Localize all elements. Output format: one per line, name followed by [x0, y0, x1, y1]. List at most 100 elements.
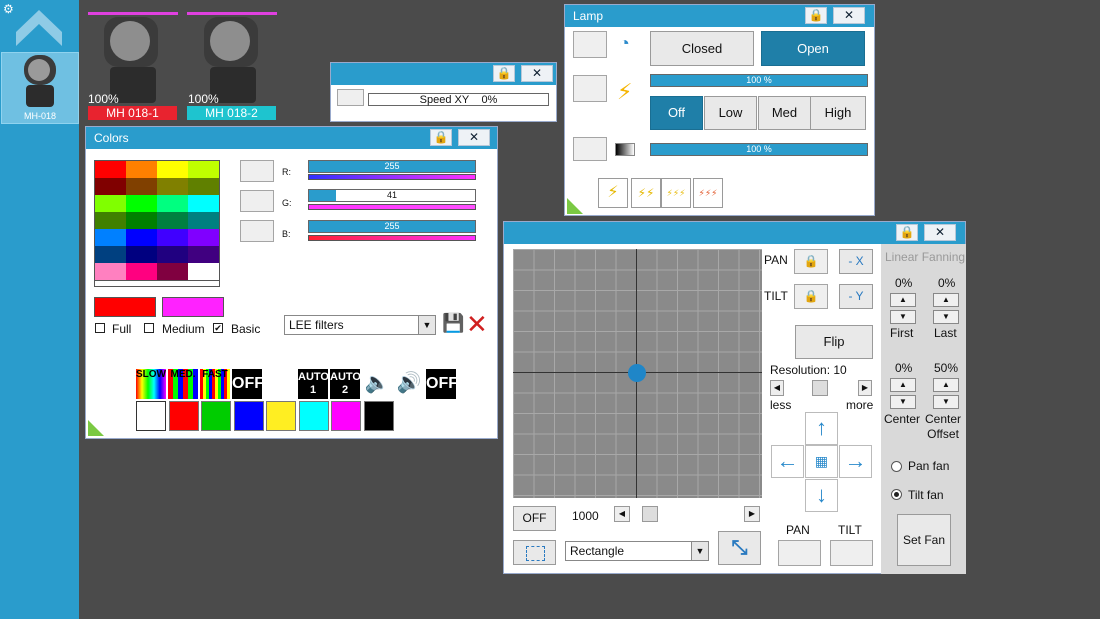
- left-arrow-icon[interactable]: ◀: [770, 380, 784, 396]
- red-value-bar[interactable]: 255: [308, 160, 476, 173]
- tilt-bottom-button[interactable]: [830, 540, 873, 566]
- color-cell[interactable]: [188, 178, 219, 195]
- color-cell[interactable]: [126, 195, 157, 212]
- color-cell[interactable]: [157, 195, 188, 212]
- center-icon[interactable]: ▦: [805, 445, 838, 478]
- effect-med-button[interactable]: MED.: [168, 369, 198, 399]
- swap-arrows-icon[interactable]: ⤡: [718, 531, 761, 565]
- save-icon[interactable]: 💾: [442, 313, 464, 334]
- tilt-lock-icon[interactable]: 🔒: [794, 284, 828, 309]
- selection-icon[interactable]: [513, 540, 556, 565]
- moving-head-icon[interactable]: [104, 17, 162, 103]
- filter-select[interactable]: LEE filters ▼: [284, 315, 436, 335]
- green-select-button[interactable]: [240, 190, 274, 212]
- open-button[interactable]: Open: [761, 31, 865, 66]
- strobe-3-icon[interactable]: ⚡⚡⚡: [661, 178, 691, 208]
- color-cell[interactable]: [157, 161, 188, 178]
- right-arrow-icon[interactable]: ▶: [744, 506, 760, 522]
- color-grid[interactable]: [94, 160, 220, 281]
- color-cell[interactable]: [95, 229, 126, 246]
- fixture-1-label[interactable]: MH 018-1: [88, 106, 177, 120]
- pan-fan-radio[interactable]: [891, 461, 902, 472]
- xy-value-thumb[interactable]: [642, 506, 658, 522]
- last-up-button[interactable]: ▲: [933, 293, 959, 307]
- color-cell[interactable]: [157, 178, 188, 195]
- arrow-down-icon[interactable]: ↓: [805, 479, 838, 512]
- color-cell[interactable]: [188, 212, 219, 229]
- strobe-2-icon[interactable]: ⚡⚡: [631, 178, 661, 208]
- lock-icon[interactable]: 🔒: [896, 224, 918, 241]
- tilt-fan-radio[interactable]: [891, 489, 902, 500]
- color-preset[interactable]: [363, 401, 394, 431]
- close-button[interactable]: ✕: [521, 65, 553, 82]
- color-preset[interactable]: [266, 401, 296, 431]
- dimmer-select-button[interactable]: [573, 137, 607, 161]
- shutter-select-button[interactable]: [573, 31, 607, 58]
- color-cell[interactable]: [188, 229, 219, 246]
- color-cell[interactable]: [157, 246, 188, 263]
- color-cell[interactable]: [188, 246, 219, 263]
- color-cell[interactable]: [95, 195, 126, 212]
- first-up-button[interactable]: ▲: [890, 293, 916, 307]
- color-cell[interactable]: [188, 195, 219, 212]
- collapse-up-icon[interactable]: [16, 10, 62, 46]
- color-preset[interactable]: [331, 401, 361, 431]
- minus-x-button[interactable]: - X: [839, 249, 873, 274]
- red-select-button[interactable]: [240, 160, 274, 182]
- color-cell[interactable]: [95, 178, 126, 195]
- color-cell[interactable]: [126, 212, 157, 229]
- color-cell[interactable]: [157, 229, 188, 246]
- resolution-thumb[interactable]: [812, 380, 828, 396]
- sound-active-icon[interactable]: 🔊: [394, 369, 424, 399]
- device-tile[interactable]: MH-018: [1, 52, 79, 124]
- color-preset[interactable]: [201, 401, 231, 431]
- intensity-bar[interactable]: 100 %: [650, 74, 868, 87]
- delete-icon[interactable]: ✕: [466, 309, 488, 340]
- xy-off-button[interactable]: OFF: [513, 506, 556, 531]
- close-button[interactable]: ✕: [924, 224, 956, 241]
- lock-icon[interactable]: 🔒: [493, 65, 515, 82]
- shape-select[interactable]: Rectangle ▼: [565, 541, 709, 561]
- effect-fast-button[interactable]: FAST: [200, 369, 230, 399]
- color-cell[interactable]: [95, 263, 126, 280]
- basic-checkbox[interactable]: ✔: [213, 323, 223, 333]
- center-down-button[interactable]: ▼: [890, 395, 916, 409]
- effect-off-button[interactable]: OFF: [232, 369, 264, 399]
- add-corner-icon[interactable]: [567, 198, 583, 214]
- last-down-button[interactable]: ▼: [933, 310, 959, 324]
- add-corner-icon[interactable]: [88, 420, 104, 436]
- color-cell[interactable]: [188, 263, 219, 280]
- set-fan-button[interactable]: Set Fan: [897, 514, 951, 566]
- arrow-up-icon[interactable]: ↑: [805, 412, 838, 445]
- pan-bottom-button[interactable]: [778, 540, 821, 566]
- color-preset[interactable]: [136, 401, 166, 431]
- arrow-right-icon[interactable]: →: [839, 445, 872, 478]
- effect-slow-button[interactable]: SLOW: [136, 369, 166, 399]
- sound-off-button[interactable]: OFF: [426, 369, 458, 399]
- color-cell[interactable]: [95, 161, 126, 178]
- close-button[interactable]: ✕: [833, 7, 865, 24]
- color-cell[interactable]: [126, 229, 157, 246]
- right-arrow-icon[interactable]: ▶: [858, 380, 872, 396]
- sound-icon[interactable]: 🔈: [362, 369, 392, 399]
- color-cell[interactable]: [95, 212, 126, 229]
- dimmer-bar[interactable]: 100 %: [650, 143, 868, 156]
- color-preset[interactable]: [298, 401, 329, 431]
- blue-select-button[interactable]: [240, 220, 274, 242]
- strobe-select-button[interactable]: [573, 75, 607, 102]
- close-button[interactable]: ✕: [458, 129, 490, 146]
- xy-value-slider[interactable]: ◀ ▶: [614, 506, 764, 522]
- offset-up-button[interactable]: ▲: [933, 378, 959, 392]
- fixture-2-label[interactable]: MH 018-2: [187, 106, 276, 120]
- color-cell[interactable]: [126, 246, 157, 263]
- lock-icon[interactable]: 🔒: [805, 7, 827, 24]
- xy-position-dot[interactable]: [628, 364, 646, 382]
- green-value-bar[interactable]: 41: [308, 189, 476, 202]
- strobe-1-icon[interactable]: ⚡: [598, 178, 628, 208]
- lock-icon[interactable]: 🔒: [430, 129, 452, 146]
- strobe-low-button[interactable]: Low: [704, 96, 757, 130]
- gear-icon[interactable]: ⚙: [3, 2, 14, 16]
- color-cell[interactable]: [188, 161, 219, 178]
- auto-1-button[interactable]: AUTO 1: [298, 369, 329, 399]
- color-cell[interactable]: [157, 263, 188, 280]
